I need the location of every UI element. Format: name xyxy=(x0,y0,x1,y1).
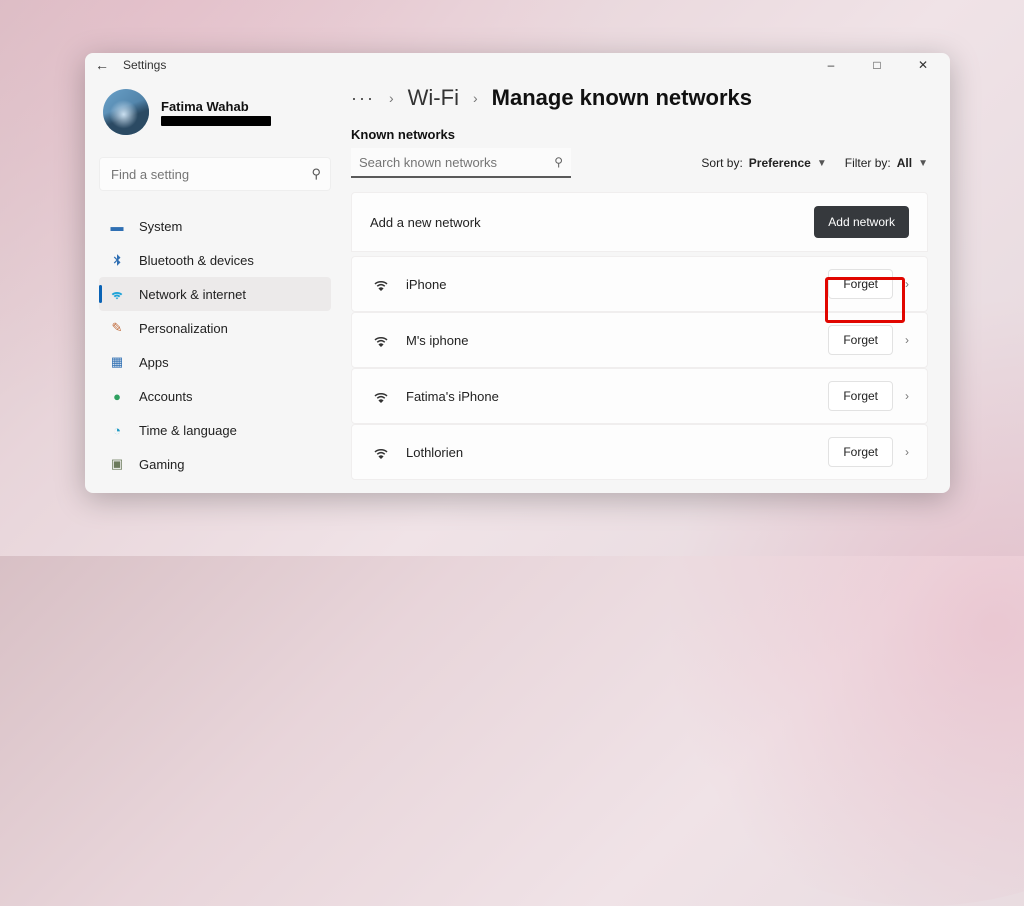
wifi-icon xyxy=(370,275,392,293)
network-row[interactable]: M's iphone Forget › xyxy=(351,312,928,368)
network-cards: Add a new network Add network iPhone Forg… xyxy=(351,192,928,480)
forget-button[interactable]: Forget xyxy=(828,325,893,355)
profile-block[interactable]: Fatima Wahab xyxy=(99,85,331,143)
network-name: iPhone xyxy=(406,277,446,292)
avatar xyxy=(103,89,149,135)
sidebar-item-label: Bluetooth & devices xyxy=(139,253,254,268)
network-name: Fatima's iPhone xyxy=(406,389,499,404)
back-button[interactable]: ← xyxy=(95,57,109,73)
sidebar-item-label: Apps xyxy=(139,355,169,370)
minimize-button[interactable]: – xyxy=(808,54,854,76)
profile-email-redacted xyxy=(161,116,271,126)
sidebar-item-accounts[interactable]: ● Accounts xyxy=(99,379,331,413)
add-network-card: Add a new network Add network xyxy=(351,192,928,252)
network-icon xyxy=(109,286,125,302)
chevron-down-icon: ▼ xyxy=(817,158,827,169)
network-name: M's iphone xyxy=(406,333,468,348)
wifi-icon xyxy=(370,331,392,349)
sort-value: Preference xyxy=(749,156,811,170)
wifi-icon xyxy=(370,443,392,461)
sidebar-item-label: Accounts xyxy=(139,389,192,404)
sidebar-item-label: System xyxy=(139,219,182,234)
apps-icon: ▦ xyxy=(109,354,125,370)
close-button[interactable]: ✕ xyxy=(900,54,946,76)
search-icon: ⚲ xyxy=(311,166,321,182)
add-network-label: Add a new network xyxy=(370,215,481,230)
add-network-button[interactable]: Add network xyxy=(814,206,909,238)
content-pane: ··· › Wi-Fi › Manage known networks Know… xyxy=(345,77,950,493)
window-title: Settings xyxy=(123,58,166,72)
breadcrumb-wifi[interactable]: Wi-Fi xyxy=(408,85,459,111)
chevron-down-icon: ▼ xyxy=(918,158,928,169)
network-row[interactable]: Lothlorien Forget › xyxy=(351,424,928,480)
forget-button[interactable]: Forget xyxy=(828,269,893,299)
filter-value: All xyxy=(897,156,912,170)
time-icon: ◔ xyxy=(109,423,125,438)
sidebar-item-system[interactable]: ▬ System xyxy=(99,209,331,243)
filter-by-dropdown[interactable]: Filter by: All ▼ xyxy=(845,156,928,170)
system-icon: ▬ xyxy=(109,219,125,234)
forget-button[interactable]: Forget xyxy=(828,381,893,411)
sidebar-search[interactable]: ⚲ xyxy=(99,157,331,191)
sidebar-item-network-internet[interactable]: Network & internet xyxy=(99,277,331,311)
breadcrumb-current: Manage known networks xyxy=(492,85,752,111)
chevron-right-icon[interactable]: › xyxy=(905,333,909,347)
find-setting-input[interactable] xyxy=(99,157,331,191)
sidebar-item-time-language[interactable]: ◔ Time & language xyxy=(99,413,331,447)
window-titlebar: ← Settings – □ ✕ xyxy=(85,53,950,77)
sidebar: Fatima Wahab ⚲ ▬ System Bluetooth & device… xyxy=(85,77,345,493)
chevron-right-icon[interactable]: › xyxy=(905,445,909,459)
accounts-icon: ● xyxy=(109,389,125,404)
profile-name: Fatima Wahab xyxy=(161,99,271,114)
network-row[interactable]: Fatima's iPhone Forget › xyxy=(351,368,928,424)
sidebar-item-label: Time & language xyxy=(139,423,237,438)
search-networks[interactable]: ⚲ xyxy=(351,148,571,178)
personal-icon: ✎ xyxy=(109,320,125,336)
sidebar-item-personalization[interactable]: ✎ Personalization xyxy=(99,311,331,345)
sidebar-item-gaming[interactable]: ▣ Gaming xyxy=(99,447,331,481)
chevron-right-icon[interactable]: › xyxy=(905,389,909,403)
sidebar-item-apps[interactable]: ▦ Apps xyxy=(99,345,331,379)
nav-list: ▬ System Bluetooth & devices Network & inte… xyxy=(99,209,331,481)
sort-by-dropdown[interactable]: Sort by: Preference ▼ xyxy=(701,156,826,170)
gaming-icon: ▣ xyxy=(109,456,125,472)
search-icon: ⚲ xyxy=(554,155,563,169)
breadcrumb-more[interactable]: ··· xyxy=(351,88,375,109)
chevron-right-icon: › xyxy=(473,90,478,106)
chevron-right-icon: › xyxy=(389,90,394,106)
search-networks-input[interactable] xyxy=(351,148,571,178)
sidebar-item-label: Personalization xyxy=(139,321,228,336)
known-networks-label: Known networks xyxy=(351,127,928,142)
sidebar-item-bluetooth-devices[interactable]: Bluetooth & devices xyxy=(99,243,331,277)
maximize-button[interactable]: □ xyxy=(854,54,900,76)
forget-button[interactable]: Forget xyxy=(828,437,893,467)
network-name: Lothlorien xyxy=(406,445,463,460)
sort-prefix: Sort by: xyxy=(701,156,742,170)
settings-window: ← Settings – □ ✕ Fatima Wahab ⚲ ▬ System B… xyxy=(85,53,950,493)
wifi-icon xyxy=(370,387,392,405)
chevron-right-icon[interactable]: › xyxy=(905,277,909,291)
sidebar-item-label: Network & internet xyxy=(139,287,246,302)
breadcrumb: ··· › Wi-Fi › Manage known networks xyxy=(351,85,928,111)
bluetooth-icon xyxy=(109,253,125,267)
sidebar-item-label: Gaming xyxy=(139,457,185,472)
network-row[interactable]: iPhone Forget › xyxy=(351,256,928,312)
filter-prefix: Filter by: xyxy=(845,156,891,170)
